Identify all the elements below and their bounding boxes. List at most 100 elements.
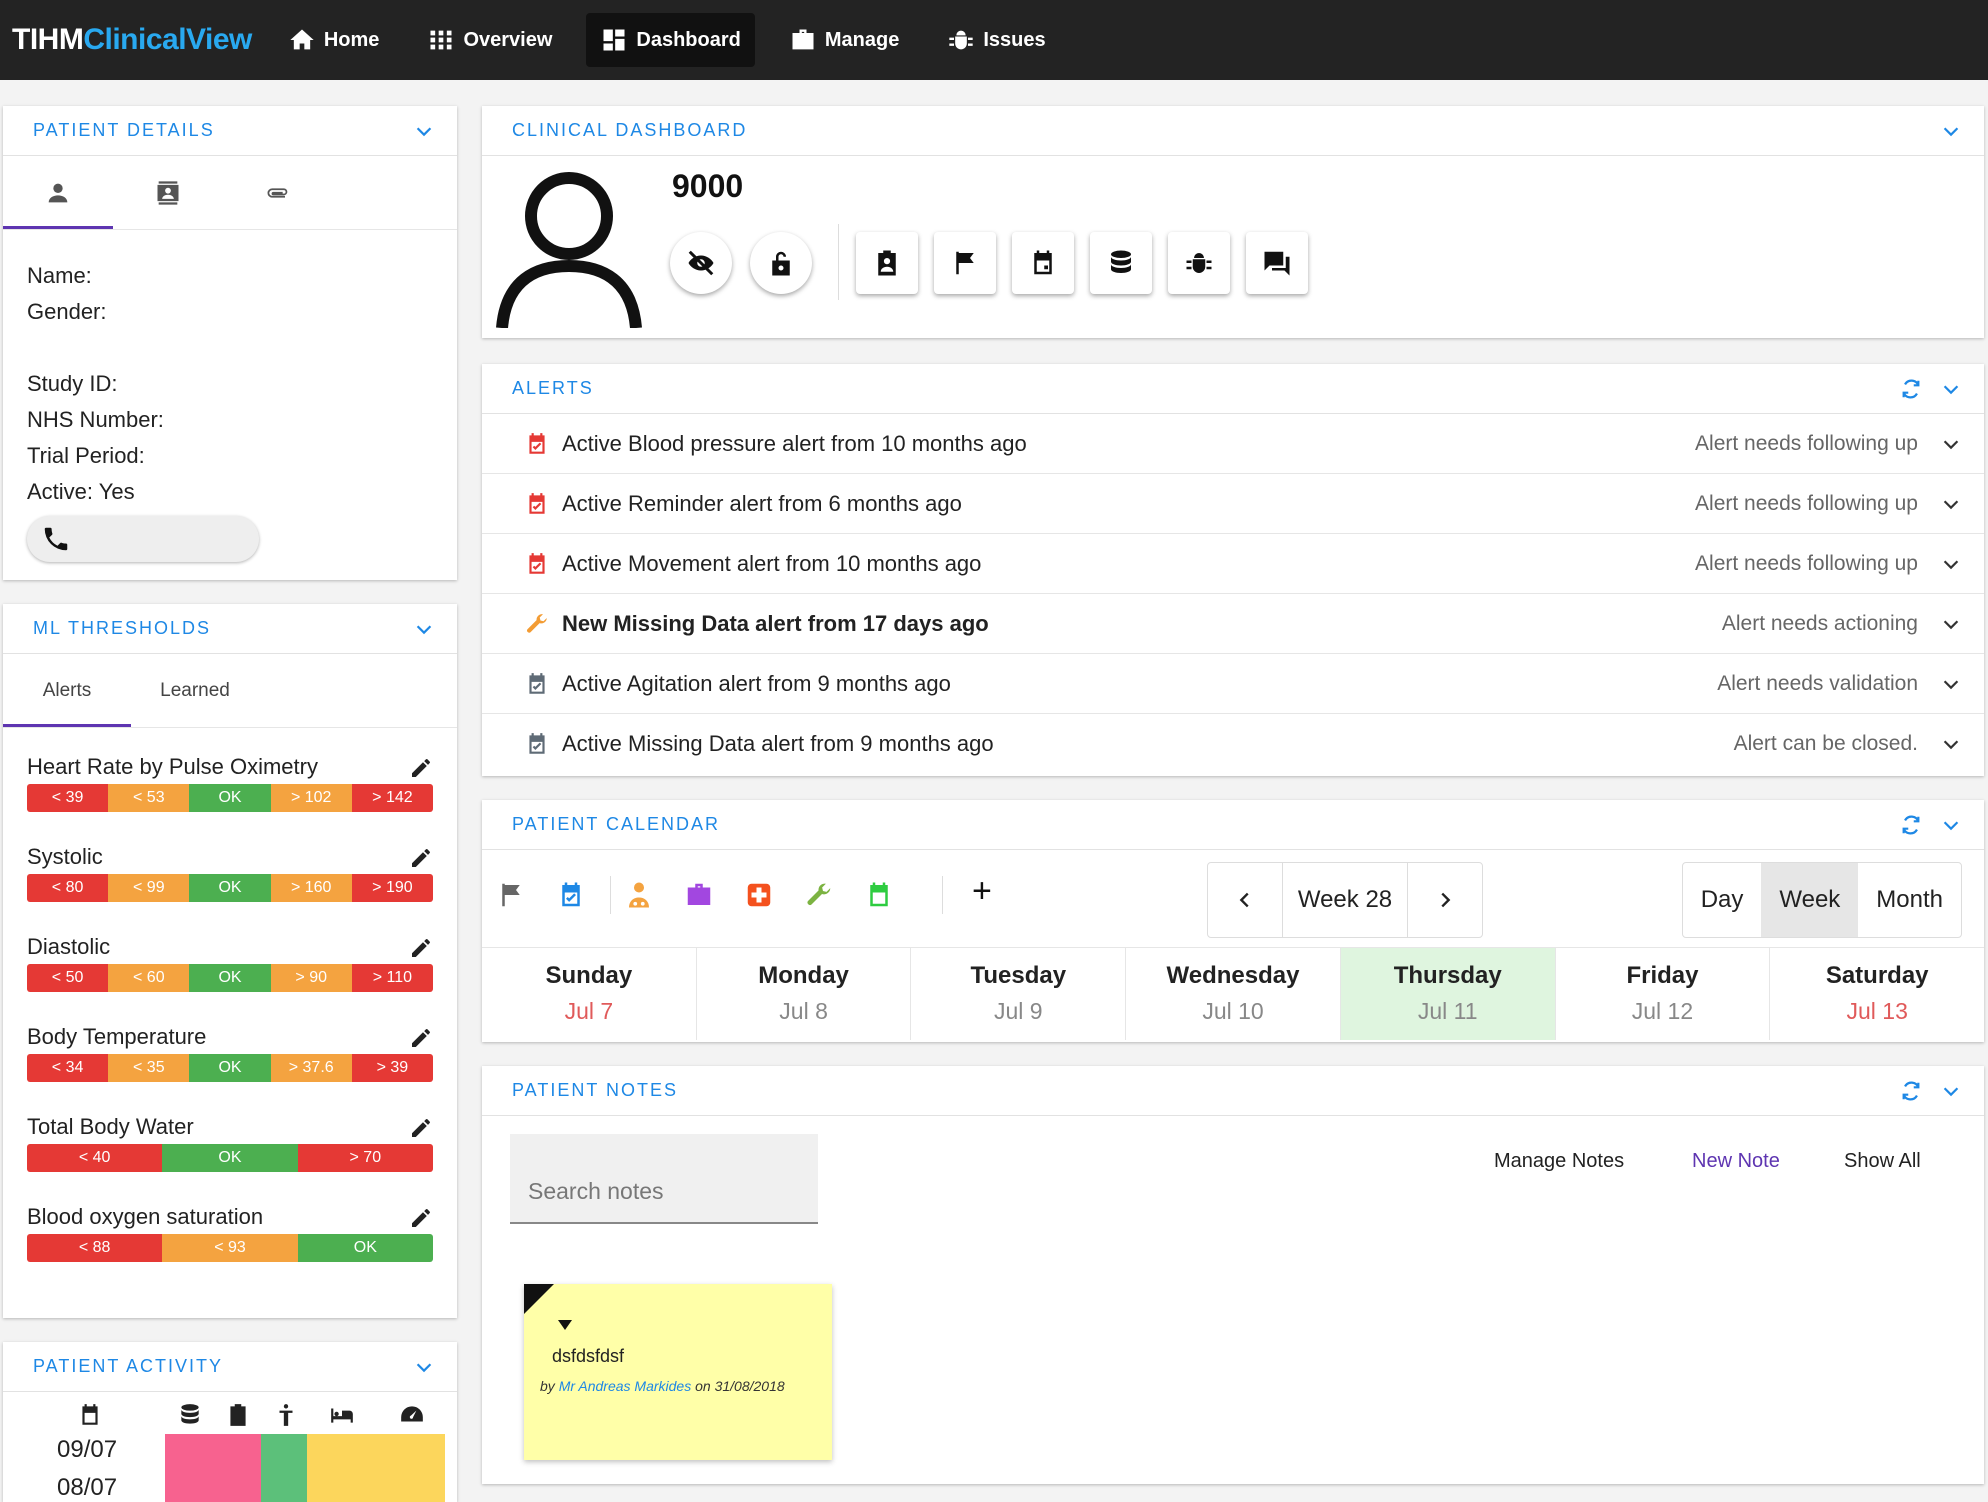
- threshold-bar: < 40 OK > 70: [27, 1144, 433, 1172]
- add-event-button[interactable]: +: [972, 872, 992, 911]
- brand-logo[interactable]: TIHMClinicalView: [12, 23, 252, 57]
- hide-button[interactable]: [670, 232, 732, 294]
- wrench-filter-icon[interactable]: [804, 880, 834, 910]
- alert-text: Active Missing Data alert from 9 months …: [562, 731, 994, 756]
- clipboard-icon: [230, 1404, 246, 1426]
- week-navigator: Week 28: [1207, 862, 1483, 938]
- collapse-chevron-icon[interactable]: [1940, 1080, 1962, 1102]
- briefcase-icon: [792, 29, 814, 50]
- chevron-down-icon[interactable]: [1940, 493, 1962, 515]
- threshold-segment: < 53: [108, 784, 190, 812]
- alert-row[interactable]: Active Blood pressure alert from 10 mont…: [482, 414, 1984, 474]
- day-column-today[interactable]: Thursday Jul 11: [1340, 948, 1556, 1040]
- pencil-icon[interactable]: [409, 846, 433, 870]
- view-week-button[interactable]: Week: [1761, 863, 1859, 937]
- phone-chip[interactable]: [27, 516, 259, 562]
- alert-row[interactable]: Active Missing Data alert from 9 months …: [482, 714, 1984, 774]
- briefcase-filter-icon[interactable]: [684, 880, 714, 910]
- day-column[interactable]: Wednesday Jul 10: [1126, 948, 1341, 1040]
- chevron-down-icon[interactable]: [1940, 553, 1962, 575]
- prev-week-button[interactable]: [1208, 863, 1282, 937]
- nav-issues[interactable]: Issues: [933, 13, 1059, 67]
- collapse-chevron-icon[interactable]: [1940, 814, 1962, 836]
- alert-status: Alert needs actioning: [1721, 611, 1918, 635]
- name-row: Name:: [27, 258, 433, 294]
- alert-row[interactable]: Active Agitation alert from 9 months ago…: [482, 654, 1984, 714]
- tab-person[interactable]: [3, 156, 113, 229]
- tab-attachments[interactable]: [223, 156, 333, 229]
- day-column[interactable]: Tuesday Jul 9: [911, 948, 1127, 1040]
- tab-alerts[interactable]: Alerts: [3, 654, 131, 727]
- day-name: Sunday: [545, 962, 633, 989]
- wrench-orange-icon: [527, 613, 547, 633]
- refresh-icon[interactable]: [1900, 1080, 1922, 1102]
- tab-contact-card[interactable]: [113, 156, 223, 229]
- collapse-chevron-icon[interactable]: [413, 120, 435, 142]
- tab-learned[interactable]: Learned: [131, 654, 259, 727]
- flag-button[interactable]: [934, 232, 996, 294]
- messages-button[interactable]: [1246, 232, 1308, 294]
- pencil-icon[interactable]: [409, 936, 433, 960]
- toolbar-divider: [838, 224, 839, 300]
- refresh-icon[interactable]: [1900, 814, 1922, 836]
- day-column[interactable]: Saturday Jul 13: [1770, 948, 1984, 1040]
- pencil-icon[interactable]: [409, 1206, 433, 1230]
- pencil-icon[interactable]: [409, 756, 433, 780]
- note-card[interactable]: dsfdsfdsf by Mr Andreas Markides on 31/0…: [524, 1284, 832, 1460]
- contact-button[interactable]: [856, 232, 918, 294]
- pencil-icon[interactable]: [409, 1116, 433, 1140]
- nav-home[interactable]: Home: [274, 13, 394, 67]
- threshold-bar: < 88 < 93 OK: [27, 1234, 433, 1262]
- database-icon: [1111, 250, 1131, 273]
- patient-notes-card: PATIENT NOTES Manage Notes New Note Show…: [482, 1066, 1984, 1484]
- calendar-button[interactable]: [1012, 232, 1074, 294]
- calendar-check-filter-icon[interactable]: [556, 880, 586, 910]
- threshold-segment: < 80: [27, 874, 109, 902]
- show-all-link[interactable]: Show All: [1844, 1150, 1921, 1173]
- nav-overview[interactable]: Overview: [413, 13, 566, 67]
- calendar-icon: [1034, 250, 1052, 275]
- threshold-label: Body Temperature: [27, 1024, 207, 1049]
- lock-button[interactable]: [750, 232, 812, 294]
- medical-cross-icon[interactable]: [744, 880, 774, 910]
- next-week-button[interactable]: [1408, 863, 1482, 937]
- alerts-card: ALERTS Active Blood pressure alert from …: [482, 364, 1984, 776]
- nav-dashboard[interactable]: Dashboard: [586, 13, 755, 67]
- issues-button[interactable]: [1168, 232, 1230, 294]
- threshold-item: Heart Rate by Pulse Oximetry < 39 < 53 O…: [3, 750, 457, 812]
- pencil-icon[interactable]: [409, 1026, 433, 1050]
- database-button[interactable]: [1090, 232, 1152, 294]
- collapse-chevron-icon[interactable]: [1940, 378, 1962, 400]
- alert-text: Active Agitation alert from 9 months ago: [562, 670, 951, 696]
- notes-search-input[interactable]: [528, 1178, 798, 1205]
- collapse-chevron-icon[interactable]: [413, 618, 435, 640]
- view-month-button[interactable]: Month: [1858, 863, 1961, 937]
- day-column[interactable]: Monday Jul 8: [697, 948, 912, 1040]
- view-day-button[interactable]: Day: [1683, 863, 1762, 937]
- collapse-chevron-icon[interactable]: [1940, 120, 1962, 142]
- chevron-down-icon[interactable]: [1940, 433, 1962, 455]
- alert-row[interactable]: Active Reminder alert from 6 months ago …: [482, 474, 1984, 534]
- chevron-down-icon[interactable]: [1940, 733, 1962, 755]
- activity-block-pink: [165, 1434, 261, 1502]
- alert-row[interactable]: New Missing Data alert from 17 days ago …: [482, 594, 1984, 654]
- chevron-down-icon[interactable]: [1940, 673, 1962, 695]
- new-note-link[interactable]: New Note: [1692, 1150, 1780, 1173]
- flag-filter-icon[interactable]: [496, 880, 526, 910]
- brand-part-1: TIHM: [12, 23, 84, 56]
- day-column[interactable]: Sunday Jul 7: [482, 948, 697, 1040]
- chevron-down-icon[interactable]: [1940, 613, 1962, 635]
- threshold-segment: OK: [297, 1234, 433, 1262]
- alert-row[interactable]: Active Movement alert from 10 months ago…: [482, 534, 1984, 594]
- manage-notes-link[interactable]: Manage Notes: [1494, 1150, 1624, 1173]
- refresh-icon[interactable]: [1900, 378, 1922, 400]
- note-text: dsfdsfdsf: [552, 1346, 625, 1366]
- note-author-link[interactable]: Mr Andreas Markides: [559, 1378, 692, 1394]
- calendar-green-icon[interactable]: [864, 880, 894, 910]
- day-date: Jul 8: [779, 998, 828, 1024]
- day-column[interactable]: Friday Jul 12: [1556, 948, 1771, 1040]
- threshold-segment: < 39: [27, 784, 109, 812]
- doctor-icon[interactable]: [624, 880, 654, 910]
- nav-manage[interactable]: Manage: [775, 13, 913, 67]
- collapse-chevron-icon[interactable]: [413, 1356, 435, 1378]
